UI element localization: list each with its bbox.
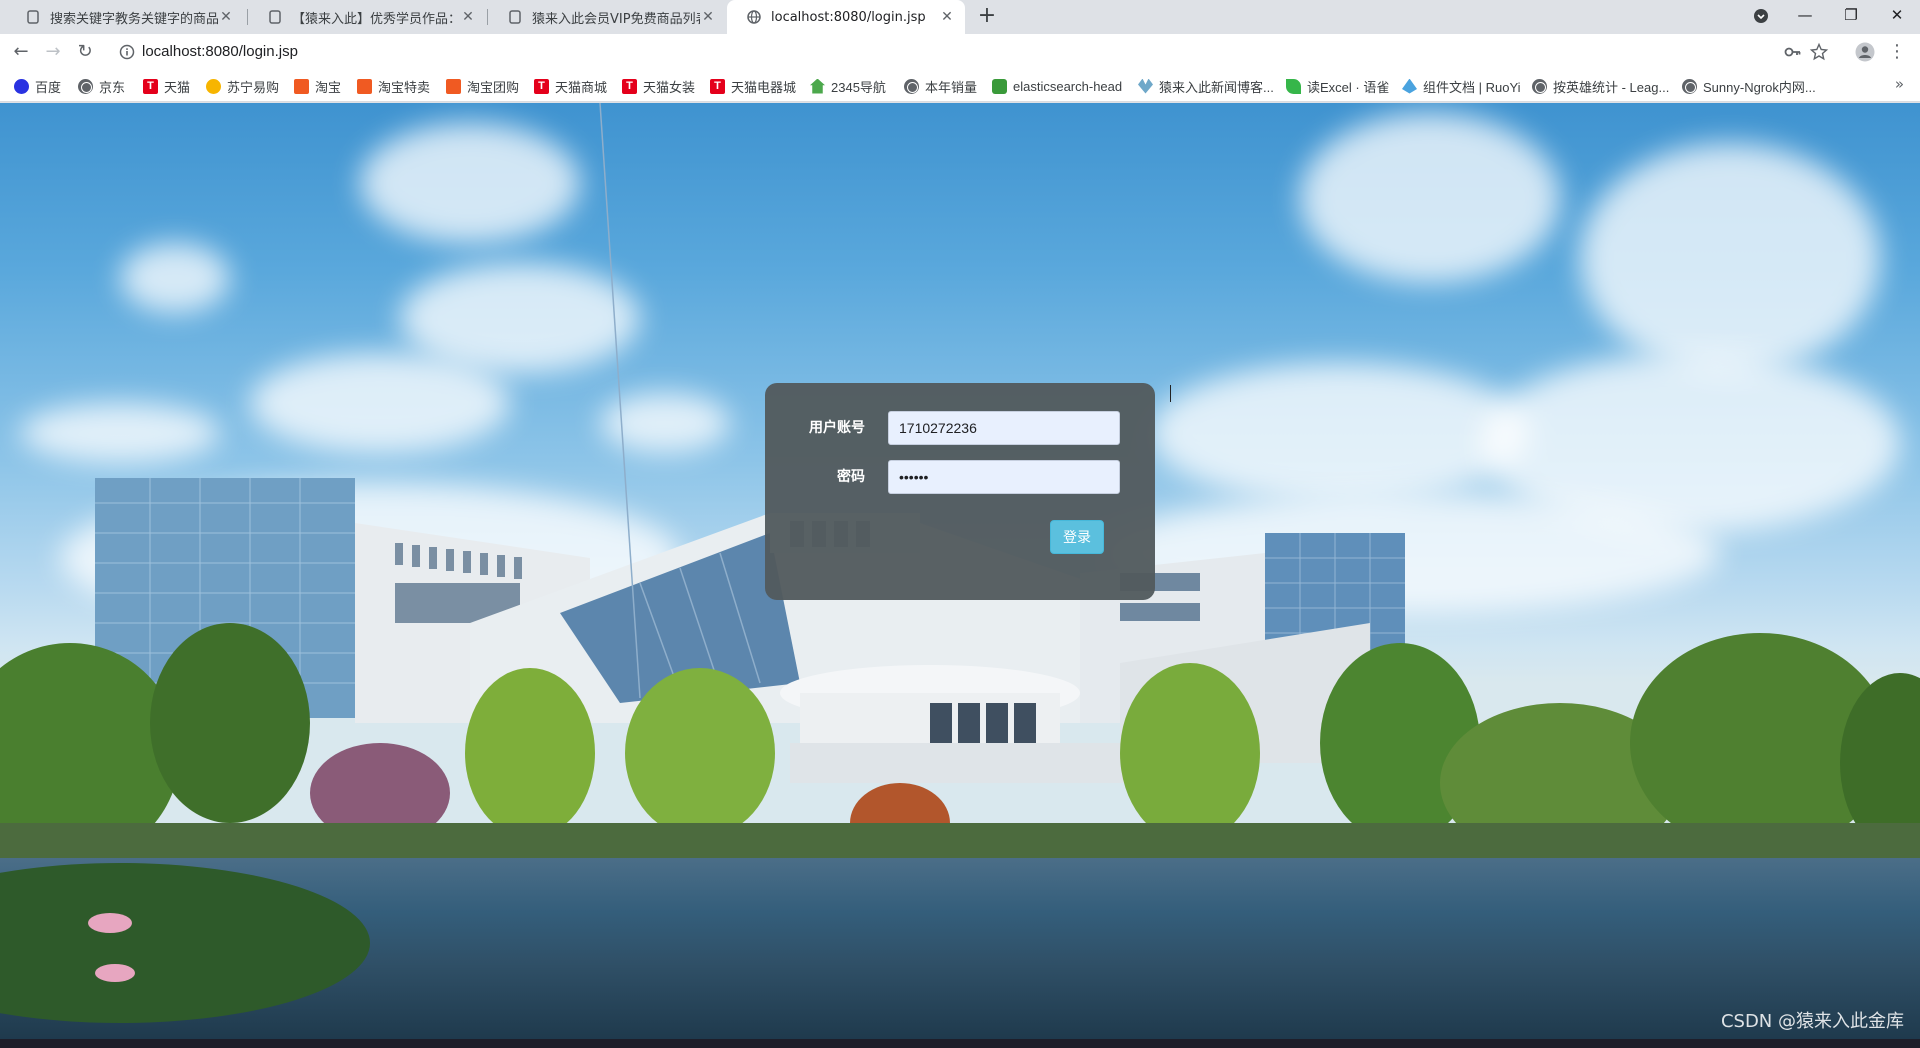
bookmark-ruoyi[interactable]: 组件文档 | RuoYi: [1402, 77, 1521, 95]
window-close-icon[interactable]: ✕: [1874, 0, 1920, 32]
globe-icon: [904, 78, 919, 94]
bookmarks-overflow-icon[interactable]: »: [1895, 75, 1904, 93]
account-label: 用户账号: [809, 420, 865, 436]
page-icon: [27, 10, 39, 24]
reload-icon[interactable]: ↻: [72, 39, 98, 65]
tmall-icon: T: [622, 78, 637, 94]
bookmark-tmall-mall[interactable]: T 天猫商城: [534, 77, 607, 95]
bookmark-jd[interactable]: 京东: [78, 77, 125, 95]
house-icon: [810, 78, 825, 94]
es-icon: [992, 78, 1007, 94]
suning-icon: [206, 78, 221, 94]
tmall-icon: T: [143, 78, 158, 94]
bookmark-taobao[interactable]: 淘宝: [294, 77, 341, 95]
new-tab-button[interactable]: +: [975, 5, 999, 29]
restore-icon[interactable]: ❐: [1828, 0, 1874, 32]
bookmark-league[interactable]: 按英雄统计 - Leag...: [1532, 77, 1669, 95]
text-cursor: [1170, 385, 1171, 402]
bookmark-baidu[interactable]: 百度: [14, 77, 61, 95]
tab-1[interactable]: 搜索关键字教务关键字的商品列表 ✕: [6, 0, 244, 34]
tab-title: 搜索关键字教务关键字的商品列表: [50, 11, 218, 27]
watermark: CSDN @猿来入此金库: [1720, 1011, 1904, 1032]
bookmarks-bar: 百度 京东 T 天猫 苏宁易购 淘宝 淘宝特卖 淘宝团购 T 天猫商城 T 天猫女装 …: [0, 70, 1920, 102]
password-input[interactable]: [888, 460, 1120, 494]
tab-title: localhost:8080/login.jsp: [771, 9, 926, 25]
url-text: localhost:8080/login.jsp: [142, 43, 298, 60]
close-icon[interactable]: ✕: [700, 9, 716, 25]
login-panel: 用户账号 密码 登录: [765, 383, 1155, 600]
globe-icon: [1532, 78, 1547, 94]
page-icon: [509, 10, 521, 24]
browser-toolbar: ← → ↻ localhost:8080/login.jsp ⋮: [0, 34, 1920, 70]
page-icon: [269, 10, 281, 24]
tab-title: 猿来入此会员VIP免费商品列表: [532, 11, 700, 27]
tab-2[interactable]: 【猿来入此】优秀学员作品：Spr ✕: [248, 0, 486, 34]
bookmark-2345[interactable]: 2345导航: [810, 77, 886, 95]
tab-4-active[interactable]: localhost:8080/login.jsp ✕: [727, 0, 965, 34]
close-icon[interactable]: ✕: [218, 9, 234, 25]
bookmark-ape-news[interactable]: 猿来入此新闻博客...: [1138, 77, 1274, 95]
ape-icon: [1138, 78, 1153, 94]
leaf-icon: [1286, 78, 1301, 94]
star-icon[interactable]: [1808, 41, 1830, 63]
address-bar[interactable]: localhost:8080/login.jsp: [110, 37, 1900, 67]
taskbar-strip: [0, 1039, 1920, 1048]
globe-icon: [747, 10, 761, 24]
bookmark-annual-sales[interactable]: 本年销量: [904, 77, 977, 95]
back-icon[interactable]: ←: [8, 39, 34, 65]
taobao-icon: [357, 78, 372, 94]
ruoyi-icon: [1402, 78, 1417, 94]
close-icon[interactable]: ✕: [939, 9, 955, 25]
taobao-icon: [446, 78, 461, 94]
bookmark-tmall-women[interactable]: T 天猫女装: [622, 77, 695, 95]
bookmark-tmall[interactable]: T 天猫: [143, 77, 190, 95]
tmall-icon: T: [710, 78, 725, 94]
login-button[interactable]: 登录: [1050, 520, 1104, 554]
tmall-icon: T: [534, 78, 549, 94]
account-input[interactable]: [888, 411, 1120, 445]
bookmark-tmall-electric[interactable]: T 天猫电器城: [710, 77, 796, 95]
password-label: 密码: [837, 469, 865, 485]
page-viewport: CSDN @猿来入此金库 用户账号 密码 登录: [0, 103, 1920, 1039]
tab-search-icon[interactable]: [1738, 0, 1784, 32]
bookmark-suning[interactable]: 苏宁易购: [206, 77, 279, 95]
bookmark-ngrok[interactable]: Sunny-Ngrok内网...: [1682, 77, 1816, 95]
menu-icon[interactable]: ⋮: [1884, 39, 1910, 65]
tab-3[interactable]: 猿来入此会员VIP免费商品列表 ✕: [488, 0, 726, 34]
bookmark-yuque[interactable]: 读Excel · 语雀: [1286, 77, 1389, 95]
profile-icon[interactable]: [1852, 39, 1878, 65]
globe-icon: [78, 78, 93, 94]
close-icon[interactable]: ✕: [460, 9, 476, 25]
minimize-icon[interactable]: —: [1782, 0, 1828, 32]
taobao-icon: [294, 78, 309, 94]
info-icon[interactable]: [116, 41, 138, 63]
bookmark-elasticsearch[interactable]: elasticsearch-head: [992, 77, 1122, 95]
bookmark-taobao-group[interactable]: 淘宝团购: [446, 77, 519, 95]
globe-icon: [1682, 78, 1697, 94]
paw-icon: [14, 78, 29, 94]
forward-icon[interactable]: →: [40, 39, 66, 65]
key-icon[interactable]: [1782, 41, 1804, 63]
tab-title: 【猿来入此】优秀学员作品：Spr: [292, 11, 460, 27]
tab-strip: 搜索关键字教务关键字的商品列表 ✕ 【猿来入此】优秀学员作品：Spr ✕ 猿来入…: [0, 0, 1920, 34]
bookmark-taobao-sale[interactable]: 淘宝特卖: [357, 77, 430, 95]
